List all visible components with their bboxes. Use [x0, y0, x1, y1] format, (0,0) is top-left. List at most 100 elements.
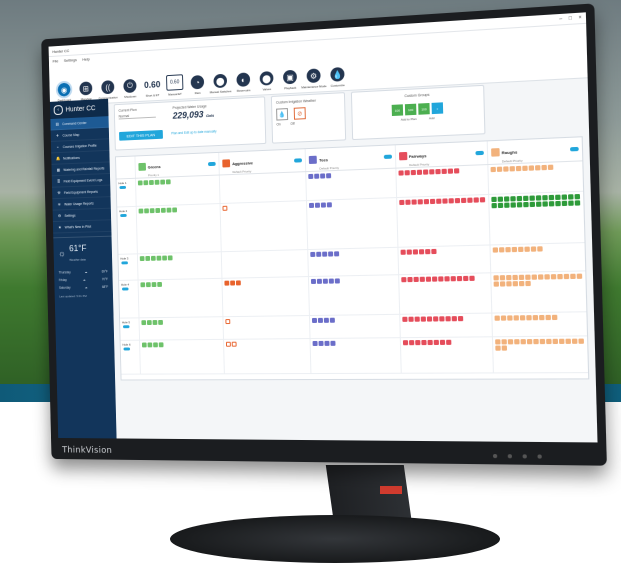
area-column-roughs[interactable]: Roughs Default Priority [486, 137, 583, 165]
toolbar-mapview-button[interactable]: ⊞Mapview [77, 81, 96, 101]
area-toggle[interactable] [570, 146, 579, 152]
station-block[interactable] [149, 208, 155, 214]
station-block[interactable] [147, 342, 153, 348]
station-block[interactable] [528, 165, 534, 171]
station-block[interactable] [493, 281, 499, 287]
station-block[interactable] [318, 340, 324, 346]
station-block[interactable] [551, 314, 558, 321]
station-block[interactable] [312, 317, 318, 323]
station-block[interactable] [522, 165, 528, 171]
hole-area-cell[interactable] [399, 337, 493, 373]
hole-area-cell[interactable] [136, 252, 222, 280]
station-block[interactable] [433, 339, 439, 346]
station-block[interactable] [321, 202, 327, 208]
station-block[interactable] [558, 338, 565, 344]
station-block[interactable] [401, 316, 408, 322]
station-block[interactable] [310, 251, 316, 257]
station-block[interactable] [451, 316, 457, 322]
station-block[interactable] [516, 195, 522, 202]
station-block[interactable] [145, 255, 151, 261]
station-block[interactable] [567, 194, 574, 200]
station-block[interactable] [525, 280, 531, 287]
station-block[interactable] [435, 198, 442, 204]
station-block[interactable] [516, 202, 523, 208]
station-block[interactable] [520, 339, 526, 345]
station-block[interactable] [502, 166, 509, 172]
station-block[interactable] [317, 278, 323, 284]
station-block[interactable] [420, 316, 426, 322]
station-block[interactable] [146, 320, 152, 326]
station-block[interactable] [501, 339, 507, 345]
station-block[interactable] [439, 339, 445, 345]
station-block[interactable] [569, 273, 576, 280]
station-block[interactable] [162, 255, 167, 261]
station-block[interactable] [430, 248, 437, 255]
station-block[interactable] [152, 320, 158, 325]
station-block[interactable] [423, 199, 429, 205]
area-column-fairways[interactable]: Fairways Default Priority [394, 141, 488, 168]
hole-area-cell[interactable] [397, 273, 492, 314]
edit-plan-button[interactable]: EDIT THIS PLAN [119, 129, 163, 141]
station-block[interactable] [503, 196, 510, 202]
station-block[interactable] [453, 168, 459, 174]
station-block[interactable] [507, 339, 514, 345]
minimize-icon[interactable]: – [559, 16, 562, 22]
station-block[interactable] [534, 165, 541, 171]
station-block[interactable] [151, 282, 157, 288]
station-block[interactable] [571, 338, 578, 344]
station-block[interactable] [426, 316, 432, 322]
area-priority-select[interactable]: Default Priority [409, 162, 429, 167]
station-block[interactable] [503, 202, 510, 208]
hole-area-cell[interactable] [487, 191, 585, 245]
hole-area-cell[interactable] [305, 168, 396, 201]
station-block[interactable] [500, 315, 507, 321]
station-block[interactable] [494, 315, 500, 321]
station-block[interactable] [518, 280, 525, 287]
station-block[interactable] [322, 251, 328, 257]
station-block[interactable] [224, 280, 230, 286]
station-block[interactable] [555, 200, 561, 207]
station-block[interactable] [457, 316, 463, 322]
hole-toggle[interactable] [122, 287, 129, 291]
station-block[interactable] [141, 342, 147, 348]
station-block[interactable] [309, 202, 315, 209]
station-block[interactable] [138, 208, 144, 214]
station-block[interactable] [574, 193, 580, 200]
hole-area-cell[interactable] [219, 201, 308, 252]
station-block[interactable] [156, 255, 162, 261]
hole-area-cell[interactable] [135, 175, 220, 206]
station-block[interactable] [576, 273, 583, 279]
station-block[interactable] [505, 247, 511, 253]
station-block[interactable] [491, 202, 497, 209]
station-block[interactable] [434, 168, 441, 175]
toolbar-shutdown-button[interactable]: ⏻ Shutdown [121, 78, 140, 99]
station-block[interactable] [548, 194, 554, 201]
station-block[interactable] [578, 338, 584, 344]
station-block[interactable] [462, 275, 469, 282]
station-block[interactable] [530, 246, 537, 252]
maximize-icon[interactable]: □ [569, 15, 572, 21]
station-block[interactable] [432, 316, 438, 322]
hole-area-cell[interactable] [221, 277, 310, 317]
toolbar-maintenance-mode-button[interactable]: ⚙ Maintenance Mode [301, 68, 327, 89]
station-block[interactable] [513, 339, 520, 345]
station-block[interactable] [172, 207, 178, 213]
station-block[interactable] [531, 274, 537, 280]
station-block[interactable] [414, 316, 420, 322]
station-block[interactable] [510, 202, 516, 208]
station-block[interactable] [400, 249, 406, 255]
plan-select[interactable]: Normal [118, 112, 156, 120]
station-block[interactable] [437, 276, 444, 282]
add-group-tile[interactable]: + [431, 102, 444, 115]
station-block[interactable] [515, 165, 522, 172]
hole-area-cell[interactable] [491, 336, 589, 373]
station-block[interactable] [230, 280, 236, 286]
station-block[interactable] [523, 201, 529, 208]
station-block[interactable] [537, 274, 544, 280]
hole-area-cell[interactable] [137, 278, 223, 318]
station-block[interactable] [404, 170, 410, 176]
station-block[interactable] [323, 278, 329, 284]
station-block[interactable] [419, 276, 425, 282]
station-block[interactable] [548, 201, 555, 207]
station-block[interactable] [141, 320, 147, 326]
